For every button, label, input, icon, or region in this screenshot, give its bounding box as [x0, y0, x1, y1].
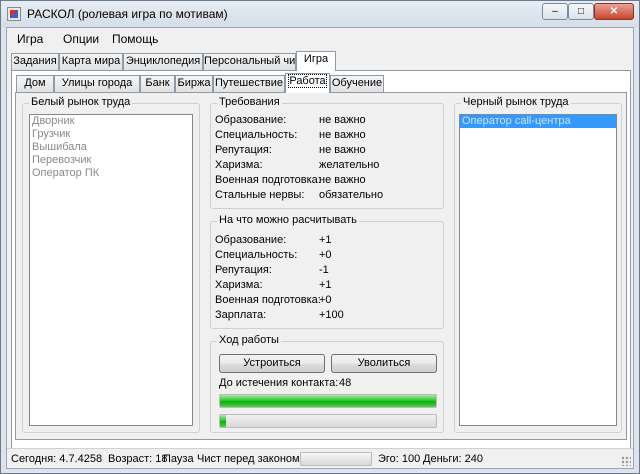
sub-tab-strip: Дом Улицы города Банк Биржа Путешествие … — [16, 73, 624, 93]
req-specialty-value: не важно — [319, 129, 366, 141]
app-window: РАСКОЛ (ролевая игра по мотивам) – □ ✕ И… — [0, 0, 640, 474]
tab-city-streets[interactable]: Улицы города — [54, 75, 140, 92]
req-reputation-value: не важно — [319, 144, 366, 156]
status-money: Деньги: 240 — [423, 453, 483, 465]
rewards-label: На что можно расчитывать — [217, 214, 359, 226]
close-button[interactable]: ✕ — [594, 3, 634, 20]
black-market-group: Черный рынок труда Оператор call-центра — [454, 96, 622, 433]
app-icon — [7, 7, 21, 21]
quit-button[interactable]: Уволиться — [331, 354, 437, 373]
client-area: Игра Опции Помощь Задания Карта мира Энц… — [6, 27, 634, 469]
menu-game[interactable]: Игра — [17, 32, 43, 46]
work-progress-group: Ход работы Устроиться Уволиться До истеч… — [210, 334, 444, 433]
tab-bank[interactable]: Банк — [140, 75, 175, 92]
req-nerves-value: обязательно — [319, 189, 384, 201]
tab-world-map[interactable]: Карта мира — [59, 53, 123, 70]
menu-help[interactable]: Помощь — [112, 32, 158, 46]
rew-specialty-key: Специальность: — [215, 249, 298, 261]
tab-home[interactable]: Дом — [16, 75, 54, 92]
req-nerves-key: Стальные нервы: — [215, 189, 305, 201]
tab-personal-chip[interactable]: Персональный чип — [203, 53, 301, 70]
maximize-button[interactable]: □ — [568, 3, 594, 20]
title-bar[interactable]: РАСКОЛ (ролевая игра по мотивам) – □ ✕ — [1, 1, 639, 27]
white-market-group: Белый рынок труда Дворник Грузчик Вышиба… — [22, 96, 200, 433]
resize-grip-icon[interactable] — [621, 456, 631, 466]
rew-military-key: Военная подготовка: — [215, 294, 321, 306]
menu-bar: Игра Опции Помощь — [7, 28, 633, 50]
hire-button[interactable]: Устроиться — [219, 354, 325, 373]
rew-reputation-value: -1 — [319, 264, 329, 276]
req-charisma-key: Харизма: — [215, 159, 263, 171]
list-item[interactable]: Оператор call-центра — [460, 115, 616, 128]
rew-salary-value: +100 — [319, 309, 344, 321]
tab-encyclopedia[interactable]: Энциклопедия — [123, 53, 203, 70]
requirements-label: Требования — [217, 96, 282, 108]
requirements-group: Требования Образование: не важно Специал… — [210, 96, 444, 209]
work-progress-label: Ход работы — [217, 334, 281, 346]
rew-education-value: +1 — [319, 234, 332, 246]
status-law: Чист перед законом — [197, 453, 300, 465]
contract-progress-bar — [219, 414, 437, 428]
list-item[interactable]: Вышибала — [30, 141, 192, 154]
rew-education-key: Образование: — [215, 234, 287, 246]
white-market-list[interactable]: Дворник Грузчик Вышибала Перевозчик Опер… — [29, 114, 193, 426]
white-market-label: Белый рынок труда — [29, 96, 133, 108]
list-item[interactable]: Грузчик — [30, 128, 192, 141]
rew-charisma-value: +1 — [319, 279, 332, 291]
tab-work-label: Работа — [288, 74, 327, 88]
list-item[interactable]: Дворник — [30, 115, 192, 128]
req-military-key: Военная подготовка: — [215, 174, 321, 186]
contract-value: 48 — [339, 377, 352, 389]
work-progress-bar — [219, 394, 437, 408]
contract-progress-fill — [220, 415, 227, 427]
rew-military-value: +0 — [319, 294, 332, 306]
tab-tasks[interactable]: Задания — [11, 53, 59, 70]
work-progress-fill — [220, 395, 436, 407]
black-market-label: Черный рынок труда — [461, 96, 571, 108]
work-panel: Белый рынок труда Дворник Грузчик Вышиба… — [15, 92, 627, 440]
rew-reputation-key: Репутация: — [215, 264, 272, 276]
status-age: Возраст: 18 — [108, 453, 168, 465]
req-education-value: не важно — [319, 114, 366, 126]
rew-specialty-value: +0 — [319, 249, 332, 261]
status-pause: Пауза — [163, 453, 194, 465]
req-military-value: не важно — [319, 174, 366, 186]
req-charisma-value: желательно — [319, 159, 380, 171]
status-bar: Сегодня: 4.7.4258 Возраст: 18 Пауза Чист… — [7, 448, 633, 468]
minimize-button[interactable]: – — [542, 3, 568, 20]
rew-charisma-key: Харизма: — [215, 279, 263, 291]
list-item[interactable]: Перевозчик — [30, 154, 192, 167]
status-ego: Эго: 100 — [378, 453, 421, 465]
black-market-list[interactable]: Оператор call-центра — [459, 114, 617, 426]
tab-travel[interactable]: Путешествие — [213, 75, 285, 92]
tab-game[interactable]: Игра — [296, 51, 336, 71]
status-progress-bar — [300, 452, 372, 466]
tab-education[interactable]: Обучение — [330, 75, 384, 92]
rewards-group: На что можно расчитывать Образование: +1… — [210, 214, 444, 329]
tab-exchange[interactable]: Биржа — [175, 75, 213, 92]
contract-label: До истечения контакта: — [219, 377, 339, 389]
main-tab-strip: Задания Карта мира Энциклопедия Персонал… — [11, 51, 631, 71]
req-reputation-key: Репутация: — [215, 144, 272, 156]
window-title: РАСКОЛ (ролевая игра по мотивам) — [27, 7, 228, 21]
req-specialty-key: Специальность: — [215, 129, 298, 141]
status-today: Сегодня: 4.7.4258 — [11, 453, 103, 465]
menu-options[interactable]: Опции — [63, 32, 99, 46]
req-education-key: Образование: — [215, 114, 287, 126]
rew-salary-key: Зарплата: — [215, 309, 267, 321]
list-item[interactable]: Оператор ПК — [30, 167, 192, 180]
tab-work[interactable]: Работа — [285, 73, 330, 93]
